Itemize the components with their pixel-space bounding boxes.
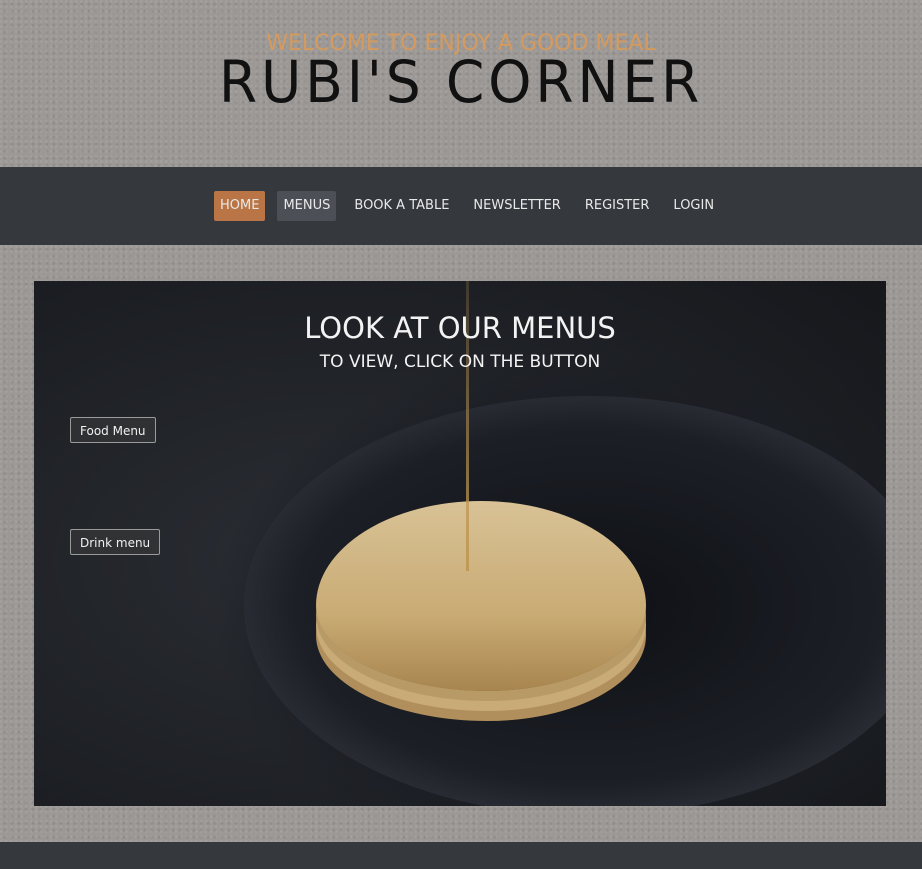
food-menu-button[interactable]: Food Menu bbox=[70, 417, 156, 443]
nav-register[interactable]: REGISTER bbox=[579, 191, 656, 221]
nav-menus[interactable]: MENUS bbox=[277, 191, 337, 221]
hero-menus: LOOK AT OUR MENUS TO VIEW, CLICK ON THE … bbox=[34, 281, 886, 806]
site-header: WELCOME TO ENJOY A GOOD MEAL RUBI'S CORN… bbox=[0, 0, 922, 167]
nav-login[interactable]: LOGIN bbox=[667, 191, 720, 221]
hero-title: LOOK AT OUR MENUS bbox=[304, 311, 616, 345]
nav-list: HOME MENUS BOOK A TABLE NEWSLETTER REGIS… bbox=[214, 191, 732, 221]
nav-home[interactable]: HOME bbox=[214, 191, 266, 221]
nav-book-a-table[interactable]: BOOK A TABLE bbox=[348, 191, 455, 221]
nav-newsletter[interactable]: NEWSLETTER bbox=[467, 191, 566, 221]
hero-subtitle: TO VIEW, CLICK ON THE BUTTON bbox=[319, 352, 601, 372]
main-nav: HOME MENUS BOOK A TABLE NEWSLETTER REGIS… bbox=[0, 167, 922, 245]
site-brand[interactable]: RUBI'S CORNER bbox=[23, 48, 899, 116]
drink-menu-button[interactable]: Drink menu bbox=[70, 529, 161, 555]
footer-bar bbox=[0, 842, 922, 869]
